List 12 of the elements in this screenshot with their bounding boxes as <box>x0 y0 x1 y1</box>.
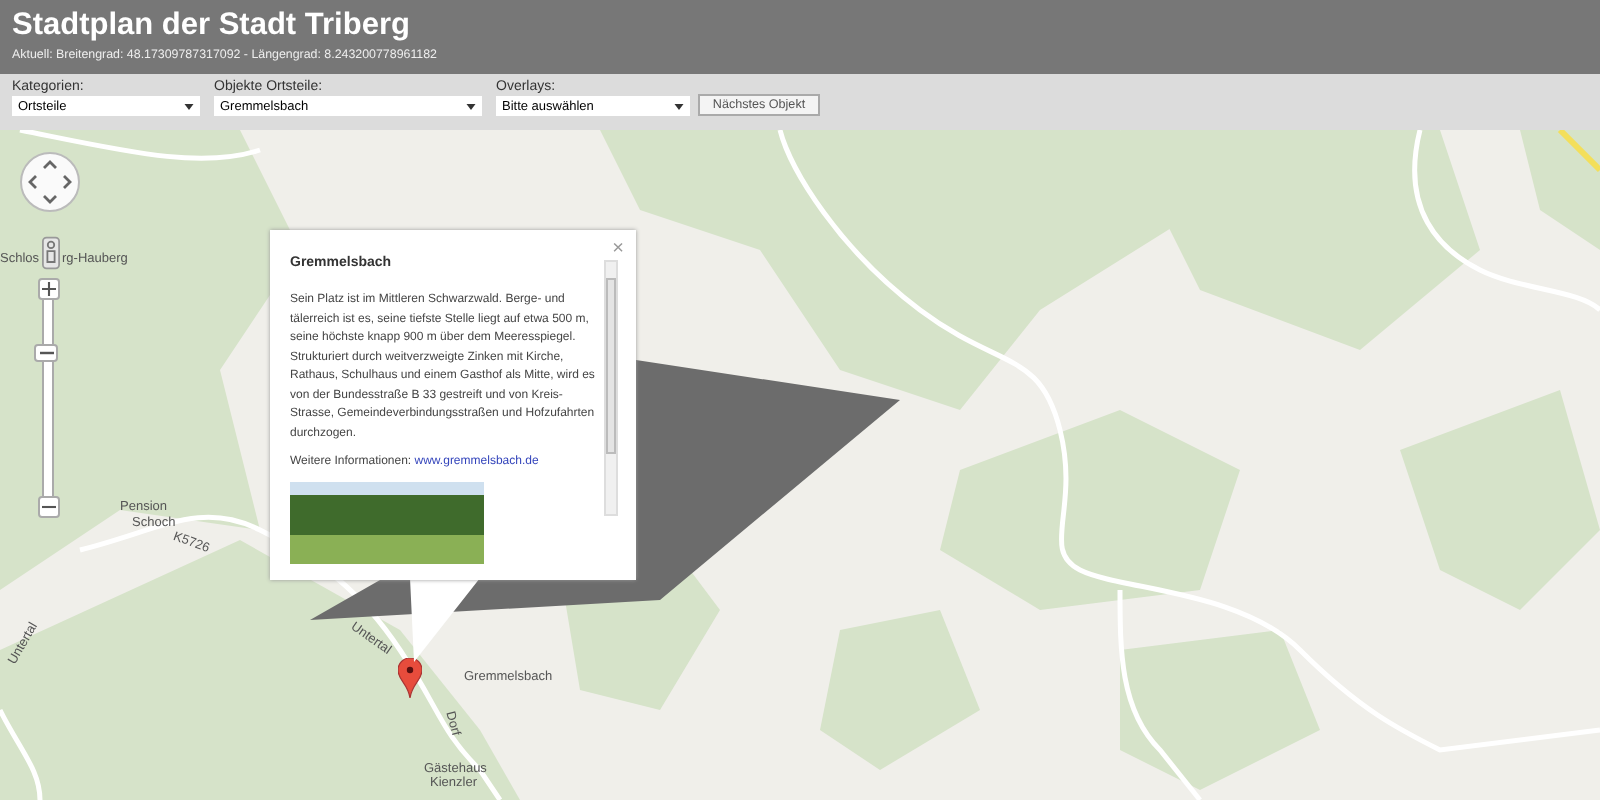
caret-icon <box>466 103 476 109</box>
person-icon[interactable] <box>42 236 60 270</box>
zoom-out-button[interactable] <box>37 496 59 518</box>
scrollbar[interactable] <box>604 260 618 516</box>
minus-icon <box>41 500 55 514</box>
plus-icon <box>41 282 55 296</box>
page-title: Stadtplan der Stadt Triberg <box>12 8 412 44</box>
caret-icon <box>674 103 684 109</box>
caret-icon <box>184 103 194 109</box>
map-pin-icon[interactable] <box>398 658 422 698</box>
zoom-in-button[interactable] <box>37 278 59 300</box>
zoom-slider-thumb[interactable] <box>34 344 58 362</box>
